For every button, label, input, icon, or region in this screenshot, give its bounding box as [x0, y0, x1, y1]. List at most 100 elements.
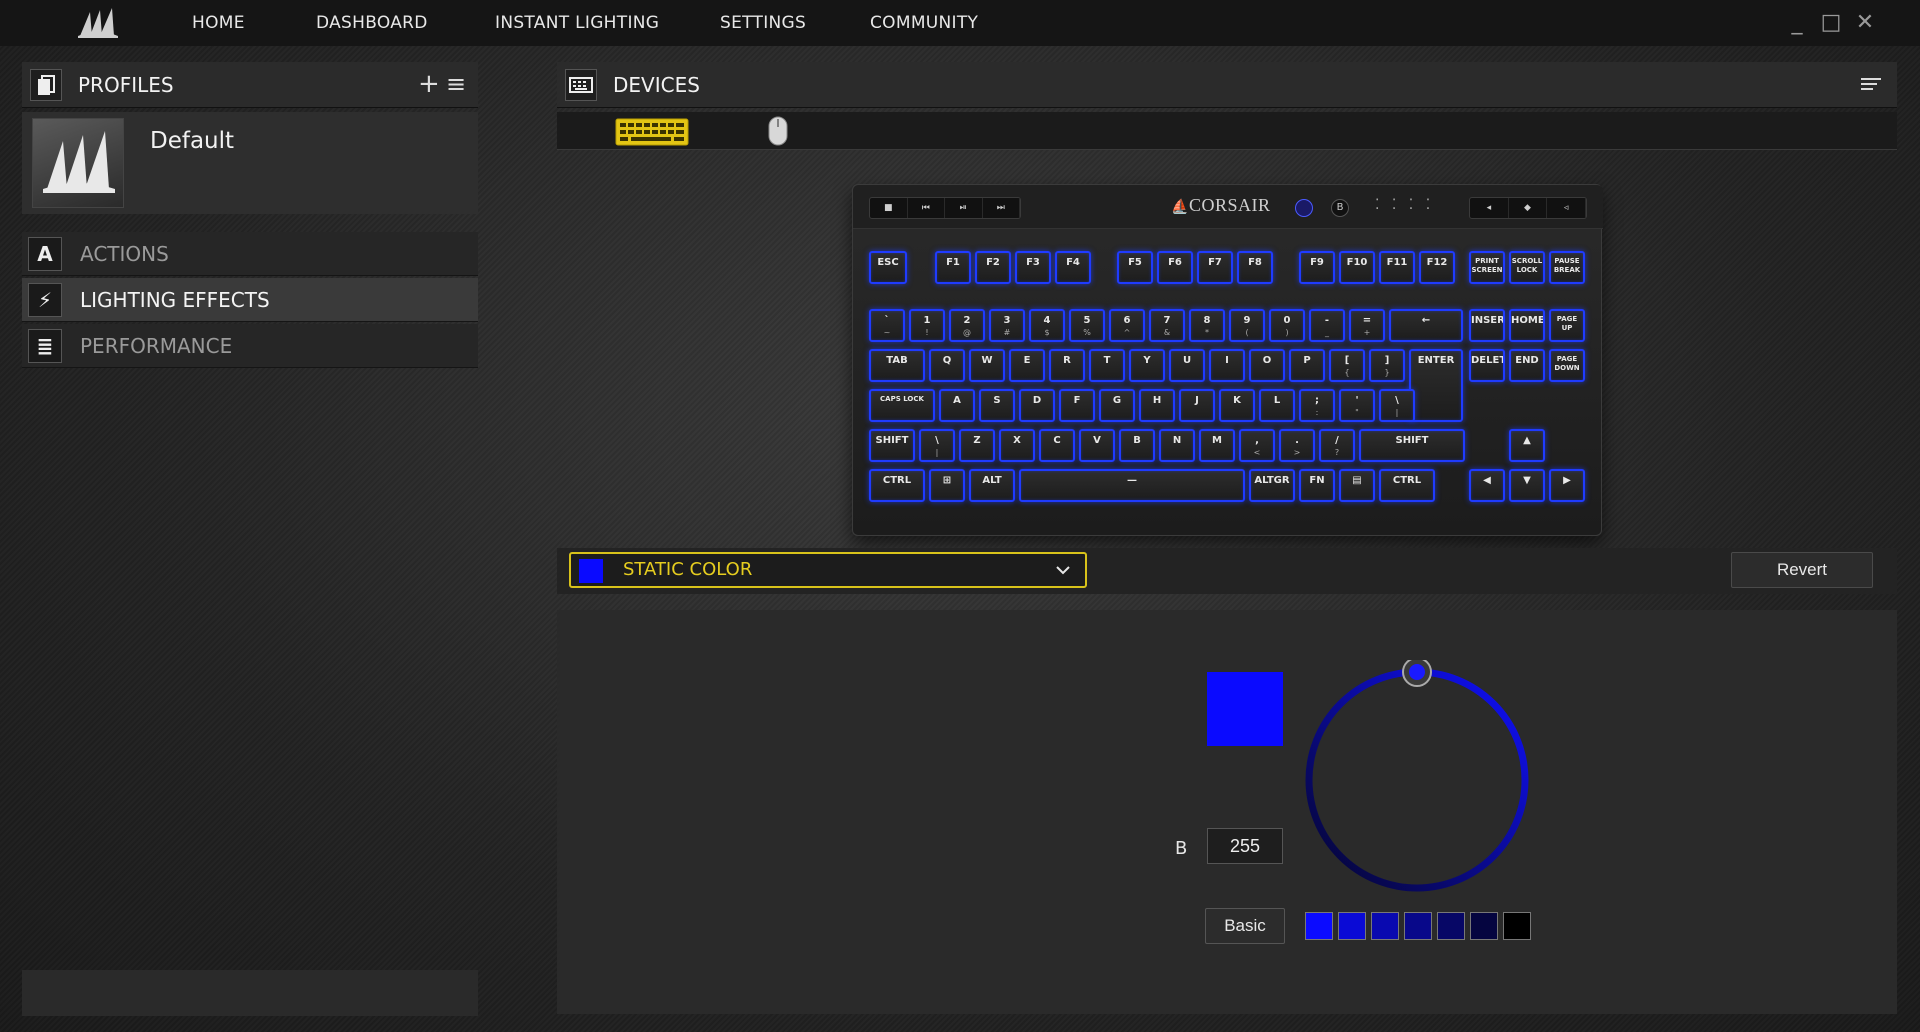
- key-symbol[interactable]: - _: [1309, 309, 1345, 342]
- key-f8[interactable]: F8: [1237, 251, 1273, 284]
- key-g[interactable]: G: [1099, 389, 1135, 422]
- key-4[interactable]: 4 $: [1029, 309, 1065, 342]
- key-symbol[interactable]: ⊞: [929, 469, 965, 502]
- next-track-icon[interactable]: ⏭: [983, 198, 1020, 218]
- key-symbol[interactable]: . >: [1279, 429, 1315, 462]
- key-symbol[interactable]: ;:: [1299, 389, 1335, 422]
- devices-menu-icon[interactable]: [1861, 76, 1881, 92]
- key-scroll-lock[interactable]: SCROLL LOCK: [1509, 251, 1545, 284]
- key-z[interactable]: Z: [959, 429, 995, 462]
- key-d[interactable]: D: [1019, 389, 1055, 422]
- key-i[interactable]: I: [1209, 349, 1245, 382]
- brightness-indicator[interactable]: [1295, 199, 1313, 217]
- key-symbol[interactable]: /?: [1319, 429, 1355, 462]
- key-3[interactable]: 3 #: [989, 309, 1025, 342]
- key-print-screen[interactable]: PRINT SCREEN: [1469, 251, 1505, 284]
- maximize-window-icon[interactable]: □: [1818, 10, 1844, 36]
- key-ctrl[interactable]: CTRL: [1379, 469, 1435, 502]
- key-j[interactable]: J: [1179, 389, 1215, 422]
- color-preset-swatch[interactable]: [1437, 912, 1465, 940]
- volume-up-icon[interactable]: ◃: [1547, 198, 1587, 218]
- key-7[interactable]: 7 &: [1149, 309, 1185, 342]
- key-symbol[interactable]: ←: [1389, 309, 1463, 342]
- corsair-sails-logo-icon[interactable]: [76, 6, 120, 40]
- key-u[interactable]: U: [1169, 349, 1205, 382]
- key-ctrl[interactable]: CTRL: [869, 469, 925, 502]
- nav-home[interactable]: HOME: [192, 0, 245, 46]
- key-s[interactable]: S: [979, 389, 1015, 422]
- sidebar-item-lighting-effects[interactable]: ⚡ LIGHTING EFFECTS: [22, 278, 478, 322]
- key-y[interactable]: Y: [1129, 349, 1165, 382]
- key-1[interactable]: 1!: [909, 309, 945, 342]
- key-f1[interactable]: F1: [935, 251, 971, 284]
- key-shift[interactable]: SHIFT: [1359, 429, 1465, 462]
- key-fn[interactable]: FN: [1299, 469, 1335, 502]
- key-symbol[interactable]: ` ~: [869, 309, 905, 342]
- key-5[interactable]: 5%: [1069, 309, 1105, 342]
- key-symbol[interactable]: ' ": [1339, 389, 1375, 422]
- key-symbol[interactable]: \ |: [1379, 389, 1415, 422]
- blue-channel-input[interactable]: [1207, 828, 1283, 864]
- key-k[interactable]: K: [1219, 389, 1255, 422]
- profiles-menu-icon[interactable]: ≡: [446, 70, 466, 98]
- color-preset-swatch[interactable]: [1338, 912, 1366, 940]
- previous-track-icon[interactable]: ⏮: [908, 198, 945, 218]
- key-h[interactable]: H: [1139, 389, 1175, 422]
- key-shift[interactable]: SHIFT: [869, 429, 915, 462]
- nav-settings[interactable]: SETTINGS: [720, 0, 806, 46]
- key-end[interactable]: END: [1509, 349, 1545, 382]
- key-caps-lock[interactable]: CAPS LOCK: [869, 389, 935, 422]
- key-f7[interactable]: F7: [1197, 251, 1233, 284]
- key-alt[interactable]: ALT: [969, 469, 1015, 502]
- key-a[interactable]: A: [939, 389, 975, 422]
- key-page-down[interactable]: PAGE DOWN: [1549, 349, 1585, 382]
- key-9[interactable]: 9(: [1229, 309, 1265, 342]
- key-f11[interactable]: F11: [1379, 251, 1415, 284]
- key-0[interactable]: 0): [1269, 309, 1305, 342]
- key-esc[interactable]: ESC: [869, 251, 907, 284]
- key-n[interactable]: N: [1159, 429, 1195, 462]
- key-altgr[interactable]: ALTGR: [1249, 469, 1295, 502]
- sidebar-item-actions[interactable]: A ACTIONS: [22, 232, 478, 276]
- key-e[interactable]: E: [1009, 349, 1045, 382]
- key-symbol[interactable]: = +: [1349, 309, 1385, 342]
- key-8[interactable]: 8 *: [1189, 309, 1225, 342]
- key-f10[interactable]: F10: [1339, 251, 1375, 284]
- key-home[interactable]: HOME: [1509, 309, 1545, 342]
- key-page-up[interactable]: PAGE UP: [1549, 309, 1585, 342]
- add-profile-icon[interactable]: +: [418, 70, 440, 98]
- key-symbol[interactable]: ▲: [1509, 429, 1545, 462]
- key-w[interactable]: W: [969, 349, 1005, 382]
- effect-type-dropdown[interactable]: STATIC COLOR: [569, 552, 1087, 588]
- key-f2[interactable]: F2: [975, 251, 1011, 284]
- mouse-device-icon[interactable]: [767, 116, 789, 146]
- key-symbol[interactable]: ◀: [1469, 469, 1505, 502]
- color-wheel[interactable]: [1297, 660, 1537, 900]
- key-symbol[interactable]: ▼: [1509, 469, 1545, 502]
- key-symbol[interactable]: , <: [1239, 429, 1275, 462]
- color-preset-swatch[interactable]: [1404, 912, 1432, 940]
- key-f9[interactable]: F9: [1299, 251, 1335, 284]
- color-preset-swatch[interactable]: [1371, 912, 1399, 940]
- key-o[interactable]: O: [1249, 349, 1285, 382]
- key-x[interactable]: X: [999, 429, 1035, 462]
- minimize-window-icon[interactable]: _: [1784, 10, 1810, 36]
- keyboard-device-icon[interactable]: [615, 118, 689, 146]
- key-tab[interactable]: TAB: [869, 349, 925, 382]
- stop-media-icon[interactable]: ■: [870, 198, 908, 218]
- nav-community[interactable]: COMMUNITY: [870, 0, 978, 46]
- key-f3[interactable]: F3: [1015, 251, 1051, 284]
- key-b[interactable]: B: [1119, 429, 1155, 462]
- key-symbol[interactable]: ▶: [1549, 469, 1585, 502]
- basic-palette-button[interactable]: Basic: [1205, 908, 1285, 944]
- key-p[interactable]: P: [1289, 349, 1325, 382]
- key-6[interactable]: 6 ^: [1109, 309, 1145, 342]
- nav-dashboard[interactable]: DASHBOARD: [316, 0, 428, 46]
- color-preset-swatch[interactable]: [1305, 912, 1333, 940]
- key-f12[interactable]: F12: [1419, 251, 1455, 284]
- key-f6[interactable]: F6: [1157, 251, 1193, 284]
- revert-button[interactable]: Revert: [1731, 552, 1873, 588]
- key-f4[interactable]: F4: [1055, 251, 1091, 284]
- key-symbol[interactable]: —: [1019, 469, 1245, 502]
- key-f5[interactable]: F5: [1117, 251, 1153, 284]
